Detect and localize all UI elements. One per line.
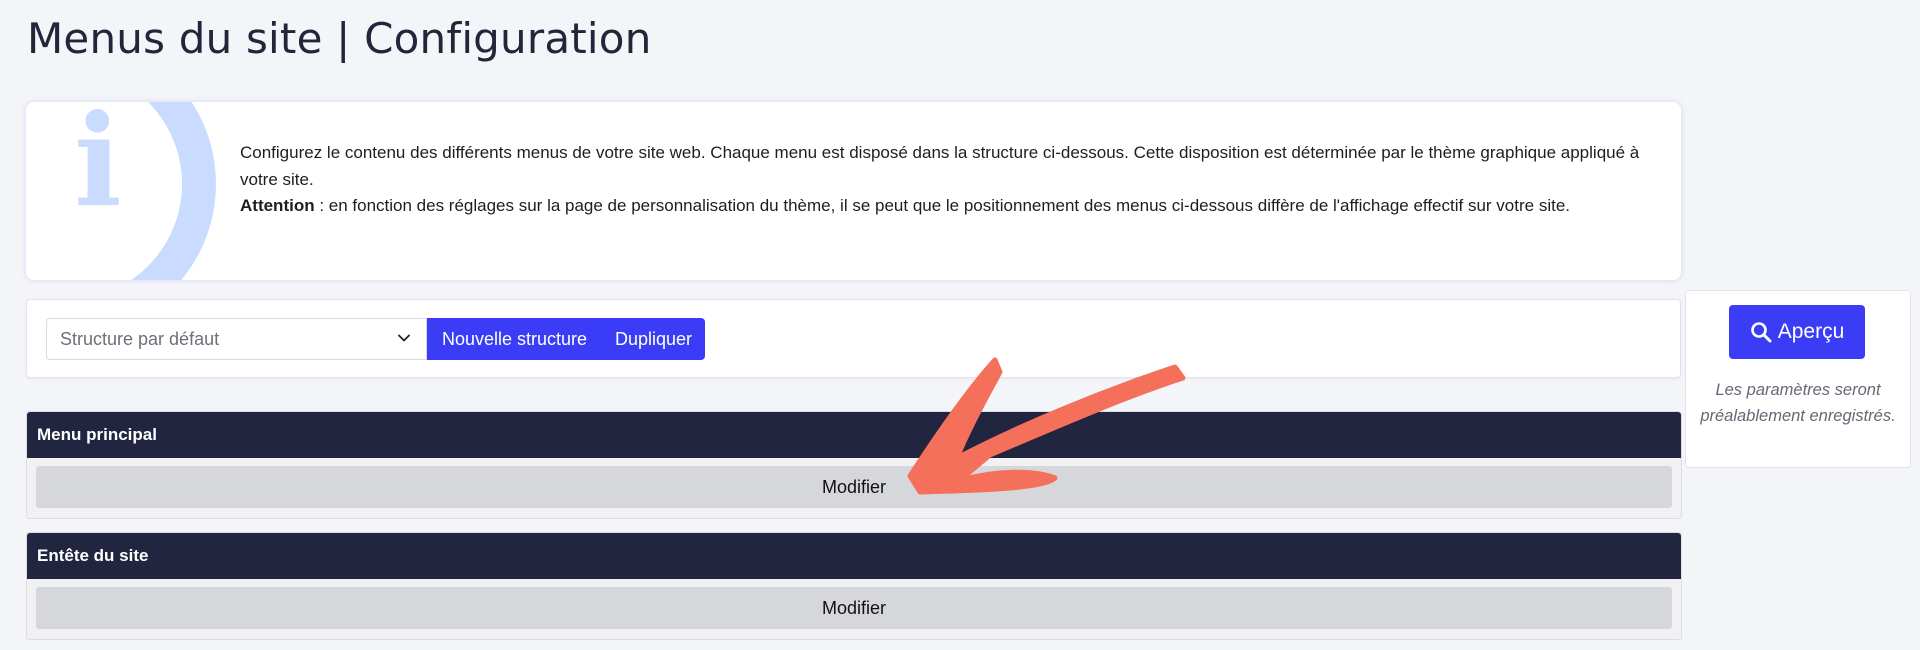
attention-label: Attention [240,196,315,215]
preview-card: Aperçu Les paramètres seront préalableme… [1685,290,1911,468]
menu-block-main: Menu principal Modifier [26,411,1682,519]
chevron-down-icon [398,334,410,342]
info-letter: i [74,102,122,235]
menu-title: Entête du site [27,533,1681,579]
info-text: Configurez le contenu des différents men… [240,140,1660,220]
preview-button-label: Aperçu [1777,320,1845,343]
search-icon [1750,322,1772,343]
duplicate-button[interactable]: Dupliquer [602,318,705,360]
modify-site-header-button[interactable]: Modifier [36,587,1672,629]
preview-button[interactable]: Aperçu [1729,305,1865,359]
modify-main-menu-button[interactable]: Modifier [36,466,1672,508]
menu-block-header: Entête du site Modifier [26,532,1682,640]
structure-toolbar: Structure par défaut Nouvelle structure … [26,299,1681,378]
menu-title: Menu principal [27,412,1681,458]
preview-note: Les paramètres seront préalablement enre… [1700,381,1896,425]
structure-select[interactable]: Structure par défaut [46,318,427,360]
new-structure-button[interactable]: Nouvelle structure [427,318,602,360]
structure-select-value: Structure par défaut [60,328,220,349]
info-line-2: : en fonction des réglages sur la page d… [314,196,1570,215]
info-box: i Configurez le contenu des différents m… [26,102,1681,280]
page-title: Menus du site | Configuration [27,14,652,63]
info-line-1: Configurez le contenu des différents men… [240,143,1640,189]
